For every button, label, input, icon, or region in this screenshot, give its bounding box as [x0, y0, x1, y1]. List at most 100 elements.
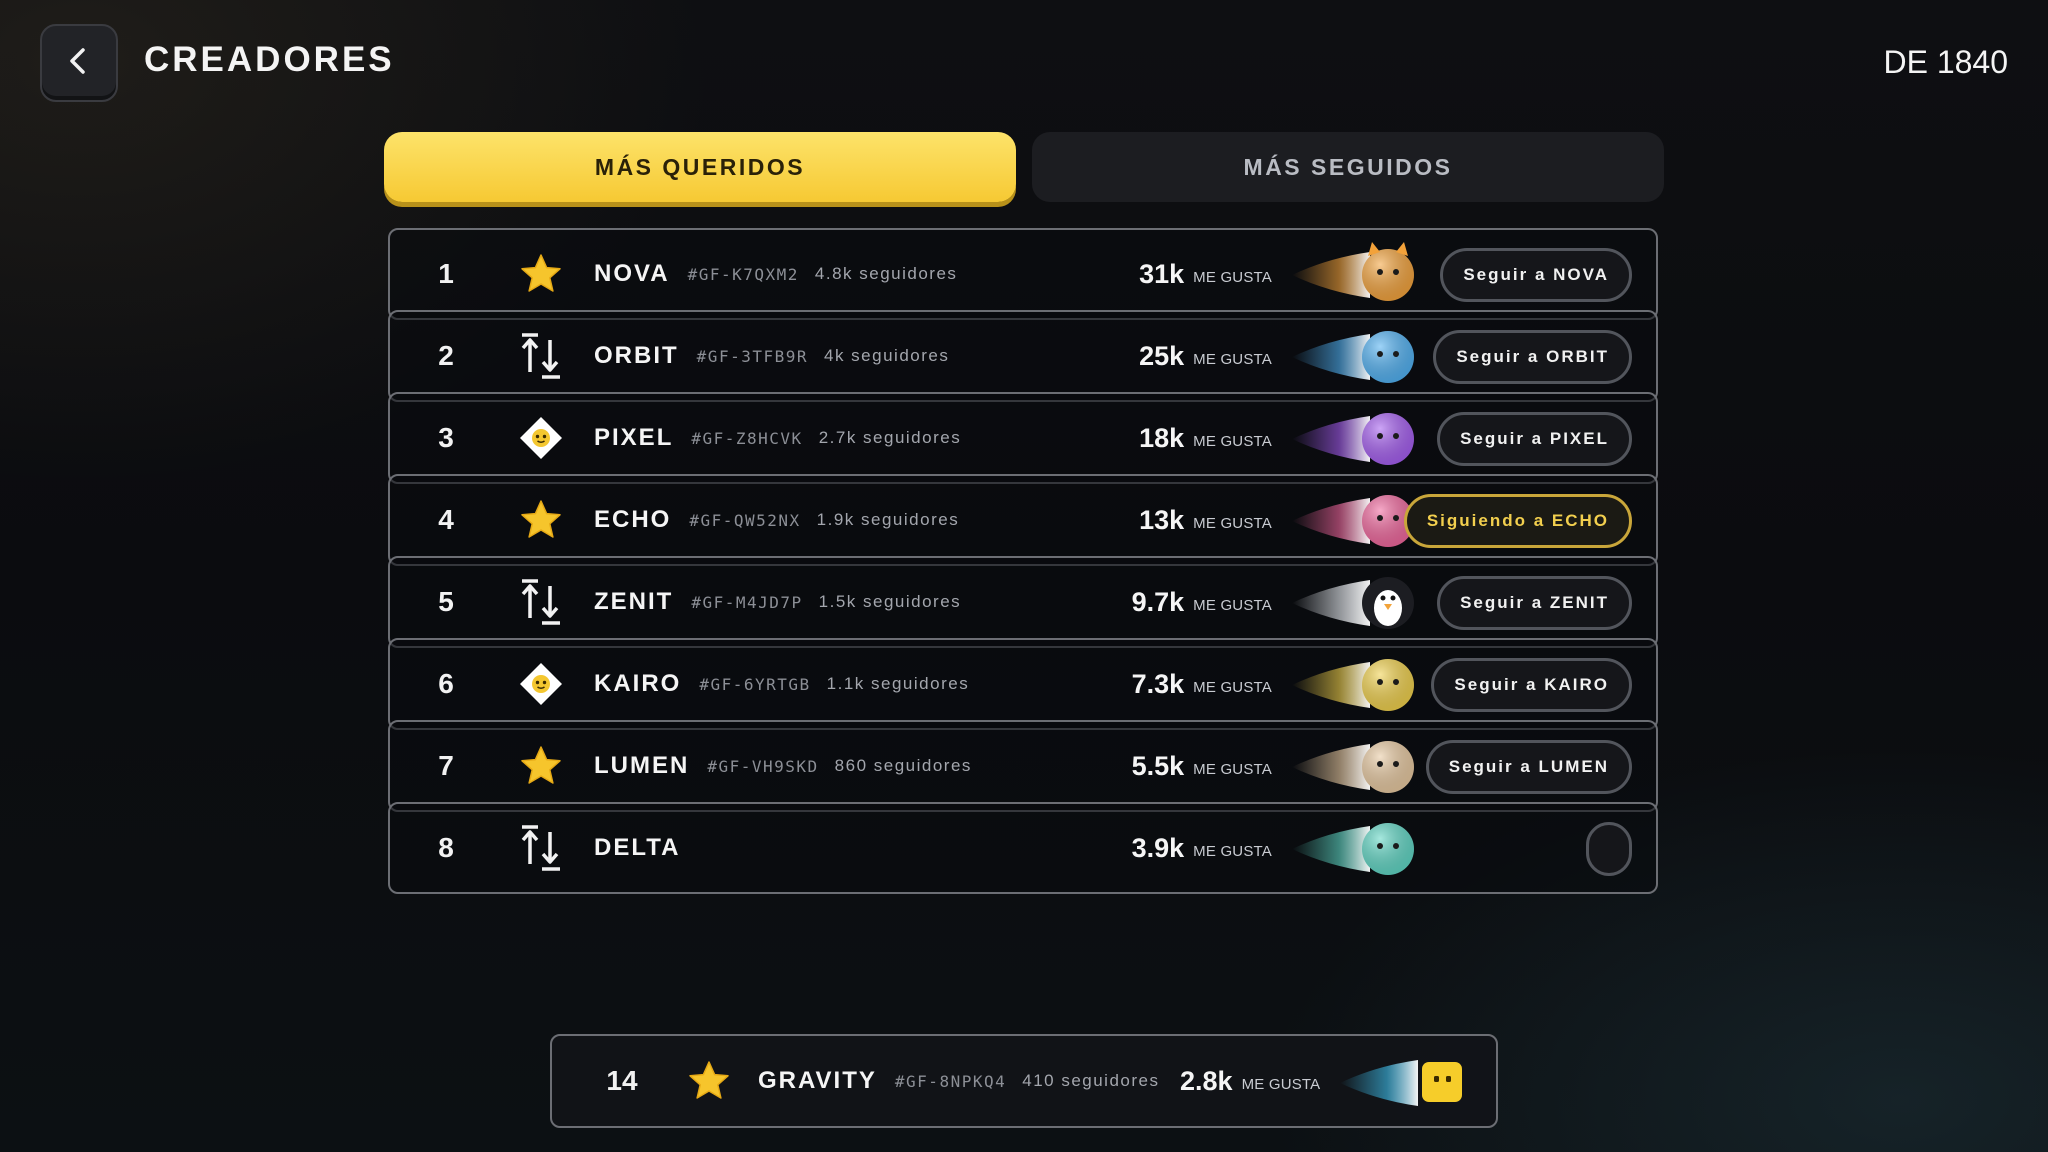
- follow-button[interactable]: Seguir a ORBIT: [1433, 330, 1632, 384]
- likes-count: 2.8k: [1180, 1065, 1233, 1096]
- prism-icon: [1288, 650, 1418, 720]
- likes-count: 7.3k: [1131, 668, 1185, 699]
- follow-button[interactable]: [1586, 822, 1632, 876]
- follow-button[interactable]: Seguir a PIXEL: [1437, 412, 1632, 466]
- rank-number: 6: [438, 668, 454, 699]
- swap-arrows-icon: [518, 804, 564, 892]
- likes-unit: ME GUSTA: [1241, 1075, 1321, 1093]
- chevron-left-icon: [62, 44, 96, 83]
- page-title: CREADORES: [144, 40, 395, 79]
- back-button[interactable]: [40, 24, 118, 102]
- likes-unit: ME GUSTA: [1193, 596, 1272, 614]
- followers-count: 2.7k seguidores: [818, 428, 962, 447]
- likes-group: 2.8k ME GUSTA: [1180, 1036, 1320, 1126]
- creator-name: KAIRO: [594, 670, 682, 697]
- creator-row[interactable]: 2 ORBIT #GF-3TFB9R 4k seguidores 25k ME GUSTA…: [388, 310, 1658, 402]
- swap-arrows-icon: [518, 558, 564, 646]
- creator-name-group: DELTA: [594, 804, 714, 892]
- rank-number: 1: [438, 258, 454, 289]
- likes-unit: ME GUSTA: [1193, 268, 1272, 286]
- creator-code: #GF-VH9SKD: [707, 756, 819, 776]
- followers-count: 1.9k seguidores: [816, 510, 960, 529]
- likes-group: 9.7k ME GUSTA: [1132, 558, 1272, 646]
- star-icon: [686, 1036, 732, 1126]
- creator-row[interactable]: 8 DELTA 3.9k ME GUSTA: [388, 802, 1658, 894]
- star-icon: [518, 722, 564, 810]
- likes-count: 9.7k: [1131, 586, 1185, 617]
- likes-count: 3.9k: [1131, 832, 1185, 863]
- rank-number: 4: [438, 504, 454, 535]
- creator-name-group: NOVA #GF-K7QXM2 4.8k seguidores: [594, 230, 957, 318]
- rank-number: 2: [438, 340, 454, 371]
- tab-mas-seguidos[interactable]: MÁS SEGUIDOS: [1032, 132, 1664, 202]
- current-user-row: 14 GRAVITY #GF-8NPKQ4 410 seguidores 2.8k ME …: [550, 1034, 1498, 1128]
- likes-count: 13k: [1139, 504, 1185, 535]
- likes-group: 5.5k ME GUSTA: [1132, 722, 1272, 810]
- creator-row[interactable]: 4 ECHO #GF-QW52NX 1.9k seguidores 13k ME GUST…: [388, 474, 1658, 566]
- creator-row[interactable]: 7 LUMEN #GF-VH9SKD 860 seguidores 5.5k ME GUS…: [388, 720, 1658, 812]
- creator-name: PIXEL: [594, 424, 674, 451]
- crystal-icon: [1288, 322, 1418, 392]
- creator-name: ECHO: [594, 506, 672, 533]
- creator-name: ORBIT: [594, 342, 679, 369]
- diamond-face-icon: [518, 640, 564, 728]
- followers-count: 410 seguidores: [1022, 1071, 1160, 1090]
- tab-mas-queridos[interactable]: MÁS QUERIDOS: [384, 132, 1016, 202]
- creator-name: DELTA: [594, 834, 681, 861]
- creator-code: #GF-M4JD7P: [691, 592, 803, 612]
- likes-unit: ME GUSTA: [1193, 678, 1272, 696]
- rank-number: 14: [606, 1065, 638, 1096]
- star-icon: [518, 230, 564, 318]
- swap-arrows-icon: [518, 312, 564, 400]
- likes-group: 31k ME GUSTA: [1139, 230, 1272, 318]
- creator-row[interactable]: 6 KAIRO #GF-6YRTGB 1.1k seguidores 7.3k ME GU…: [388, 638, 1658, 730]
- creator-name: GRAVITY: [758, 1067, 877, 1094]
- creator-code: #GF-Z8HCVK: [691, 428, 803, 448]
- rank-number: 5: [438, 586, 454, 617]
- likes-unit: ME GUSTA: [1193, 432, 1272, 450]
- likes-unit: ME GUSTA: [1193, 514, 1272, 532]
- likes-count: 31k: [1139, 258, 1185, 289]
- creator-name-group: GRAVITY #GF-8NPKQ4 410 seguidores: [758, 1036, 1160, 1126]
- follow-button[interactable]: Seguir a LUMEN: [1425, 740, 1632, 794]
- creator-name-group: PIXEL #GF-Z8HCVK 2.7k seguidores: [594, 394, 961, 482]
- creator-name-group: LUMEN #GF-VH9SKD 860 seguidores: [594, 722, 972, 810]
- likes-group: 18k ME GUSTA: [1139, 394, 1272, 482]
- diamond-face-icon: [518, 394, 564, 482]
- likes-group: 7.3k ME GUSTA: [1132, 640, 1272, 728]
- followers-count: 1.5k seguidores: [818, 592, 962, 611]
- penguin-icon: [1288, 568, 1418, 638]
- follow-button[interactable]: Seguir a ZENIT: [1437, 576, 1632, 630]
- rank-total: DE 1840: [1883, 44, 2008, 80]
- star-icon: [518, 476, 564, 564]
- following-button[interactable]: Siguiendo a ECHO: [1403, 494, 1632, 548]
- follow-button[interactable]: Seguir a KAIRO: [1431, 658, 1632, 712]
- creators-list[interactable]: 1 NOVA #GF-K7QXM2 4.8k seguidores 31k ME GUST…: [380, 220, 1666, 1014]
- creator-name-group: ECHO #GF-QW52NX 1.9k seguidores: [594, 476, 959, 564]
- leaf-icon: [1288, 814, 1418, 884]
- followers-count: 860 seguidores: [834, 756, 972, 775]
- creator-row[interactable]: 3 PIXEL #GF-Z8HCVK 2.7k seguidores 18k ME GUS…: [388, 392, 1658, 484]
- followers-count: 4.8k seguidores: [814, 264, 958, 283]
- yellow-cube-icon: [1336, 1048, 1466, 1118]
- creator-code: #GF-3TFB9R: [696, 346, 808, 366]
- creator-name-group: ORBIT #GF-3TFB9R 4k seguidores: [594, 312, 949, 400]
- likes-group: 13k ME GUSTA: [1139, 476, 1272, 564]
- likes-unit: ME GUSTA: [1193, 350, 1272, 368]
- creator-row[interactable]: 5 ZENIT #GF-M4JD7P 1.5k seguidores 9.7k ME GU…: [388, 556, 1658, 648]
- likes-group: 25k ME GUSTA: [1139, 312, 1272, 400]
- creator-name: NOVA: [594, 260, 670, 287]
- likes-group: 3.9k ME GUSTA: [1132, 804, 1272, 892]
- likes-count: 18k: [1139, 422, 1185, 453]
- creator-name-group: ZENIT #GF-M4JD7P 1.5k seguidores: [594, 558, 961, 646]
- follow-button[interactable]: Seguir a NOVA: [1440, 248, 1632, 302]
- flamingo-icon: [1288, 486, 1418, 556]
- creator-code: #GF-QW52NX: [689, 510, 801, 530]
- creator-row[interactable]: 1 NOVA #GF-K7QXM2 4.8k seguidores 31k ME GUST…: [388, 228, 1658, 320]
- rank-number: 3: [438, 422, 454, 453]
- octopus-icon: [1288, 404, 1418, 474]
- moon-face-icon: [1288, 732, 1418, 802]
- cat-icon: [1288, 240, 1418, 310]
- followers-count: 1.1k seguidores: [826, 674, 970, 693]
- creator-code: #GF-K7QXM2: [687, 264, 799, 284]
